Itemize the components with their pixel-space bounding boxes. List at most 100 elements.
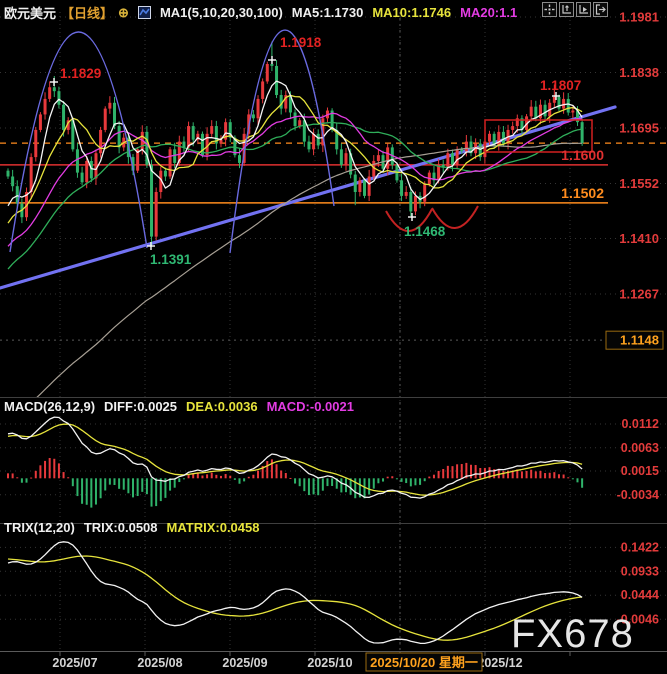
macd-histogram-bar	[401, 478, 403, 482]
swing-high-label: 1.1807	[540, 78, 581, 93]
date-tick-label: 2025/08	[137, 656, 182, 670]
macd-histogram-bar	[289, 478, 291, 479]
axis-play-button[interactable]	[576, 2, 591, 17]
ma30-line	[8, 122, 582, 269]
mini-chart-icon	[138, 6, 151, 19]
macd-histogram-bar	[377, 478, 379, 483]
macd-histogram-bar	[201, 476, 203, 479]
macd-tick-label: 0.0063	[621, 441, 659, 455]
candle-body	[344, 153, 347, 165]
swing-high-label: 1.1829	[60, 66, 101, 81]
link-icon[interactable]: ⊕	[118, 5, 129, 21]
macd-histogram-bar	[132, 478, 134, 497]
crosshair-price-label: 1.1148	[620, 333, 659, 348]
candle-body	[423, 184, 426, 201]
macd-histogram-bar	[239, 478, 241, 483]
candle-body	[544, 105, 547, 117]
ma5-line	[8, 81, 582, 206]
candle-body	[206, 134, 209, 155]
fit-center-button[interactable]	[542, 2, 557, 17]
macd-histogram-bar	[364, 478, 366, 498]
macd-histogram-bar	[387, 477, 389, 479]
macd-histogram-bar	[419, 478, 421, 485]
macd-tick-label: 0.0015	[621, 464, 659, 478]
macd-histogram-bar	[438, 471, 440, 478]
macd-histogram-bar	[553, 472, 555, 478]
macd-histogram-bar	[67, 477, 69, 478]
candle-body	[405, 192, 408, 196]
price-tick-label: 1.1981	[619, 10, 659, 25]
macd-histogram-bar	[243, 478, 245, 481]
macd-histogram-bar	[206, 474, 208, 478]
main-chart-legend: 欧元美元 【日线】 ⊕ MA1(5,10,20,30,100) MA5:1.17…	[4, 3, 517, 22]
trix-name[interactable]: TRIX(12,20)	[4, 520, 75, 535]
candle-body	[210, 126, 213, 134]
candle-body	[562, 99, 565, 109]
macd-histogram-bar	[137, 478, 139, 496]
macd-pane	[7, 417, 583, 508]
macd-histogram-bar	[442, 469, 444, 478]
candle-body	[340, 149, 343, 165]
price-tick-label: 1.1267	[619, 287, 659, 302]
macd-histogram-bar	[313, 478, 315, 494]
candle-body	[85, 161, 88, 182]
candle-body	[44, 99, 47, 115]
trix-value: TRIX:0.0508	[84, 520, 158, 535]
macd-histogram-bar	[373, 478, 375, 488]
ma20-line	[8, 113, 582, 246]
candle-body	[303, 120, 306, 141]
macd-histogram-bar	[178, 478, 180, 482]
candle-body	[48, 87, 51, 99]
macd-histogram-bar	[475, 465, 477, 478]
chart-toolbar	[542, 2, 608, 17]
chart-canvas[interactable]: 1.18291.19181.18071.13911.14681.19811.18…	[0, 0, 667, 674]
candle-body	[238, 155, 241, 163]
ma-config-label[interactable]: MA1(5,10,20,30,100)	[160, 5, 283, 20]
candle-body	[488, 134, 491, 142]
exit-pane-button[interactable]	[593, 2, 608, 17]
trix-tick-label: 0.1422	[621, 540, 659, 554]
candle-body	[182, 142, 185, 148]
macd-histogram-bar	[100, 478, 102, 498]
macd-histogram-bar	[30, 478, 32, 479]
candle-body	[502, 132, 505, 144]
macd-histogram-bar	[234, 478, 236, 480]
macd-histogram-bar	[113, 478, 115, 485]
macd-value: MACD:-0.0021	[267, 399, 354, 414]
candle-body	[76, 149, 79, 172]
macd-histogram-bar	[12, 473, 14, 478]
candle-body	[187, 126, 190, 147]
swing-low-label: 1.1391	[150, 252, 192, 267]
price-tick-label: 1.1410	[619, 231, 659, 246]
watermark: FX678	[511, 612, 634, 657]
candle-body	[446, 153, 449, 167]
macd-histogram-bar	[317, 478, 319, 495]
macd-histogram-bar	[331, 478, 333, 486]
macd-histogram-bar	[44, 461, 46, 478]
macd-histogram-bar	[414, 478, 416, 485]
macd-histogram-bar	[81, 478, 83, 503]
candle-body	[11, 176, 14, 186]
candle-body	[358, 180, 361, 192]
trix-matrix-value: MATRIX:0.0458	[167, 520, 260, 535]
macd-histogram-bar	[451, 466, 453, 478]
macd-histogram-bar	[49, 458, 51, 478]
candle-body	[192, 126, 195, 140]
macd-histogram-bar	[567, 477, 569, 478]
macd-histogram-bar	[521, 471, 523, 478]
macd-name[interactable]: MACD(26,12,9)	[4, 399, 95, 414]
macd-histogram-bar	[72, 478, 74, 486]
macd-histogram-bar	[211, 473, 213, 479]
macd-diff-value: DIFF:0.0025	[104, 399, 177, 414]
candle-body	[90, 161, 93, 178]
candle-body	[53, 87, 56, 91]
macd-histogram-bar	[502, 471, 504, 478]
period-tag[interactable]: 【日线】	[61, 3, 113, 22]
axis-zoom-up-button[interactable]	[559, 2, 574, 17]
macd-histogram-bar	[7, 473, 9, 478]
trix-legend: TRIX(12,20) TRIX:0.0508 MATRIX:0.0458	[4, 520, 259, 535]
candle-body	[571, 111, 574, 113]
date-tick-label: 2025/12	[477, 656, 522, 670]
macd-histogram-bar	[535, 471, 537, 478]
trix-tick-label: 0.0933	[621, 564, 659, 578]
